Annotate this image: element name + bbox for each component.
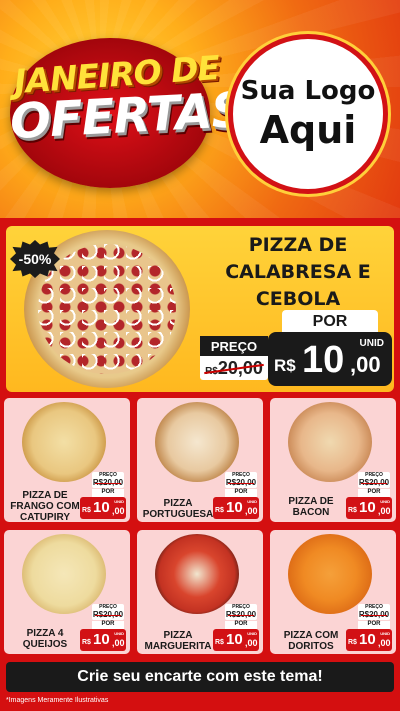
preco-label: PREÇO: [200, 336, 268, 356]
price-integer: 10: [226, 499, 243, 516]
product-name: PIZZA 4 QUEIJOS: [22, 628, 68, 650]
price-integer: 10: [359, 631, 376, 648]
strikethrough: [228, 615, 254, 616]
price-tag: R$ 10,00 UNID: [346, 497, 392, 519]
product-card[interactable]: PIZZA DE FRANGO COM CATUPIRY PREÇOR$20,0…: [4, 398, 130, 522]
pizza-portuguesa-image: [155, 402, 239, 482]
product-card[interactable]: PIZZA COM DORITOS PREÇOR$20,00 POR R$10,…: [270, 530, 396, 654]
price-integer: 10: [93, 631, 110, 648]
pizza-bacon-image: [288, 402, 372, 482]
featured-name-line3: CEBOLA: [255, 288, 341, 310]
promo-title-line2: OFERTAS: [8, 81, 247, 151]
price-unit: UNID: [114, 499, 124, 504]
pizza-frango-image: [22, 402, 106, 482]
product-name: PIZZA COM DORITOS: [283, 630, 339, 652]
por-label: POR: [225, 621, 257, 629]
pizza-marguerita-image: [155, 534, 239, 614]
price-unit: UNID: [247, 499, 257, 504]
price-currency: R$: [215, 639, 224, 646]
price-cents: ,00: [350, 352, 381, 377]
por-label: POR: [358, 489, 390, 497]
price-cents: ,00: [112, 638, 125, 648]
price-currency: R$: [82, 507, 91, 514]
price-cents: ,00: [245, 638, 258, 648]
featured-name-line1: PIZZA DE: [248, 234, 348, 256]
pizza-toppings: [38, 244, 176, 374]
logo-text-line2: Aqui: [259, 108, 357, 152]
product-card[interactable]: PIZZA PORTUGUESA PREÇOR$20,00 POR R$10,0…: [137, 398, 263, 522]
strikethrough: [95, 483, 121, 484]
price-integer: 10: [226, 631, 243, 648]
price-cents: ,00: [378, 506, 391, 516]
featured-price-tag: R$ 10 ,00 UNID: [268, 332, 392, 386]
price-cents: ,00: [112, 506, 125, 516]
price-currency: R$: [82, 639, 91, 646]
product-card[interactable]: PIZZA MARGUERITA PREÇOR$20,00 POR R$10,0…: [137, 530, 263, 654]
old-price: R$20,00: [200, 356, 268, 380]
product-card[interactable]: PIZZA 4 QUEIJOS PREÇOR$20,00 POR R$10,00…: [4, 530, 130, 654]
product-name: PIZZA MARGUERITA: [144, 630, 212, 652]
price-unit: UNID: [380, 631, 390, 636]
price-tag: R$ 10,00 UNID: [346, 629, 392, 651]
strikethrough: [228, 483, 254, 484]
strikethrough: [361, 483, 387, 484]
price-unit: UNID: [247, 631, 257, 636]
por-label: POR: [282, 310, 378, 334]
create-flyer-button[interactable]: Crie seu encarte com este tema!: [6, 662, 394, 692]
price-currency: R$: [348, 639, 357, 646]
old-price-box: PREÇOR$20,00: [358, 604, 390, 620]
price-currency: R$: [215, 507, 224, 514]
logo-placeholder: Sua Logo Aqui: [228, 34, 388, 194]
featured-name-line2: CALABRESA E: [225, 261, 371, 283]
price-tag: R$ 10,00 UNID: [80, 497, 126, 519]
price-cents: ,00: [245, 506, 258, 516]
old-price-box: PREÇOR$20,00: [92, 604, 124, 620]
price-currency: R$: [274, 356, 296, 375]
price-tag: R$ 10,00 UNID: [213, 629, 259, 651]
price-tag: R$ 10,00 UNID: [80, 629, 126, 651]
product-card[interactable]: PIZZA DE BACON PREÇOR$20,00 POR R$10,00 U…: [270, 398, 396, 522]
price-tag: R$ 10,00 UNID: [213, 497, 259, 519]
por-label: POR: [225, 489, 257, 497]
por-label: POR: [358, 621, 390, 629]
strikethrough: [95, 615, 121, 616]
price-integer: 10: [302, 339, 345, 381]
price-unit: UNID: [380, 499, 390, 504]
por-label: POR: [92, 489, 124, 497]
strikethrough: [361, 615, 387, 616]
product-name: PIZZA DE BACON: [288, 496, 334, 518]
product-name: PIZZA PORTUGUESA: [142, 498, 214, 520]
old-price-box: PREÇOR$20,00: [92, 472, 124, 488]
pizza-4-queijos-image: [22, 534, 106, 614]
price-cents: ,00: [378, 638, 391, 648]
old-price-box: PREÇOR$20,00: [225, 604, 257, 620]
product-name: PIZZA DE FRANGO COM CATUPIRY: [10, 490, 80, 522]
disclaimer-footnote: *Imagens Meramente Ilustrativas: [6, 697, 109, 704]
price-currency: R$: [348, 507, 357, 514]
old-price-box: PREÇOR$20,00: [358, 472, 390, 488]
price-integer: 10: [359, 499, 376, 516]
price-unit: UNID: [114, 631, 124, 636]
pizza-doritos-image: [288, 534, 372, 614]
por-label: POR: [92, 621, 124, 629]
price-integer: 10: [93, 499, 110, 516]
logo-text-line1: Sua Logo: [240, 76, 376, 106]
header-banner: JANEIRO DE OFERTAS Sua Logo Aqui: [0, 0, 400, 218]
old-price-box: PREÇOR$20,00: [225, 472, 257, 488]
price-unit: UNID: [359, 338, 384, 349]
featured-product-name: PIZZA DE CALABRESA E CEBOLA: [196, 232, 400, 313]
